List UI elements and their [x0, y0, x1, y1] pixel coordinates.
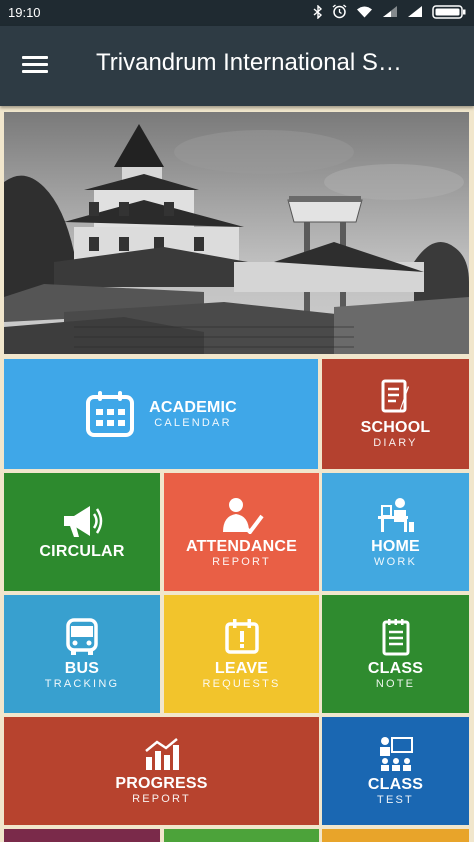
- tile-subtitle: WORK: [373, 555, 418, 568]
- tile-title: SCHOOL: [360, 418, 431, 436]
- home-work-tile[interactable]: HOME WORK: [322, 473, 469, 591]
- bottom-tile-1[interactable]: [4, 829, 160, 842]
- tile-subtitle: TEST: [377, 793, 414, 806]
- diary-icon: [381, 379, 409, 412]
- status-icons: [313, 4, 466, 19]
- tile-subtitle: CALENDAR: [154, 416, 232, 429]
- tile-title: HOME: [371, 537, 420, 555]
- tile-title: ACADEMIC: [149, 398, 237, 416]
- bottom-tile-3[interactable]: [322, 829, 469, 842]
- tile-title: CIRCULAR: [39, 543, 125, 560]
- status-time: 19:10: [8, 5, 41, 20]
- tile-subtitle: REPORT: [132, 792, 191, 805]
- tile-title: PROGRESS: [115, 774, 208, 792]
- signal-icon-2: [408, 6, 422, 17]
- calendar-icon: [86, 391, 135, 437]
- tile-subtitle: REQUESTS: [202, 677, 281, 690]
- tile-subtitle: DIARY: [373, 436, 418, 449]
- tile-subtitle: TRACKING: [44, 677, 120, 690]
- tile-title: LEAVE: [214, 659, 269, 677]
- tile-title: CLASS: [367, 775, 424, 793]
- app-bar: Trivandrum International S…: [0, 26, 474, 106]
- attendance-report-tile[interactable]: ATTENDANCE REPORT: [164, 473, 319, 591]
- bus-icon: [66, 617, 98, 655]
- leave-requests-tile[interactable]: LEAVE REQUESTS: [164, 595, 319, 713]
- class-note-tile[interactable]: CLASS NOTE: [322, 595, 469, 713]
- megaphone-icon: [64, 506, 103, 537]
- tile-title: CLASS: [367, 659, 424, 677]
- progress-report-tile[interactable]: PROGRESS REPORT: [4, 717, 319, 825]
- attendance-icon: [222, 497, 264, 534]
- classroom-icon: [379, 736, 413, 771]
- school-diary-tile[interactable]: SCHOOL DIARY: [322, 359, 469, 469]
- alarm-icon: [332, 4, 347, 19]
- class-test-tile[interactable]: CLASS TEST: [322, 717, 469, 825]
- circular-tile[interactable]: CIRCULAR: [4, 473, 160, 591]
- bottom-tile-2[interactable]: [164, 829, 319, 842]
- bus-tracking-tile[interactable]: BUS TRACKING: [4, 595, 160, 713]
- status-bar: 19:10: [0, 0, 474, 26]
- leave-calendar-icon: [224, 618, 259, 654]
- battery-icon: [432, 4, 466, 19]
- menu-icon[interactable]: [22, 52, 52, 80]
- student-desk-icon: [377, 497, 414, 532]
- school-banner-image: [4, 112, 469, 354]
- tile-subtitle: NOTE: [375, 677, 416, 690]
- app-title: Trivandrum International S…: [96, 49, 402, 76]
- tile-subtitle: REPORT: [212, 555, 271, 568]
- academic-calendar-tile[interactable]: ACADEMIC CALENDAR: [4, 359, 318, 469]
- tile-title: BUS: [64, 659, 100, 677]
- wifi-icon: [357, 6, 372, 18]
- signal-icon: [383, 6, 397, 17]
- bar-chart-icon: [144, 737, 179, 770]
- tile-title: ATTENDANCE: [185, 537, 298, 555]
- note-icon: [382, 618, 409, 655]
- bluetooth-icon: [313, 4, 323, 19]
